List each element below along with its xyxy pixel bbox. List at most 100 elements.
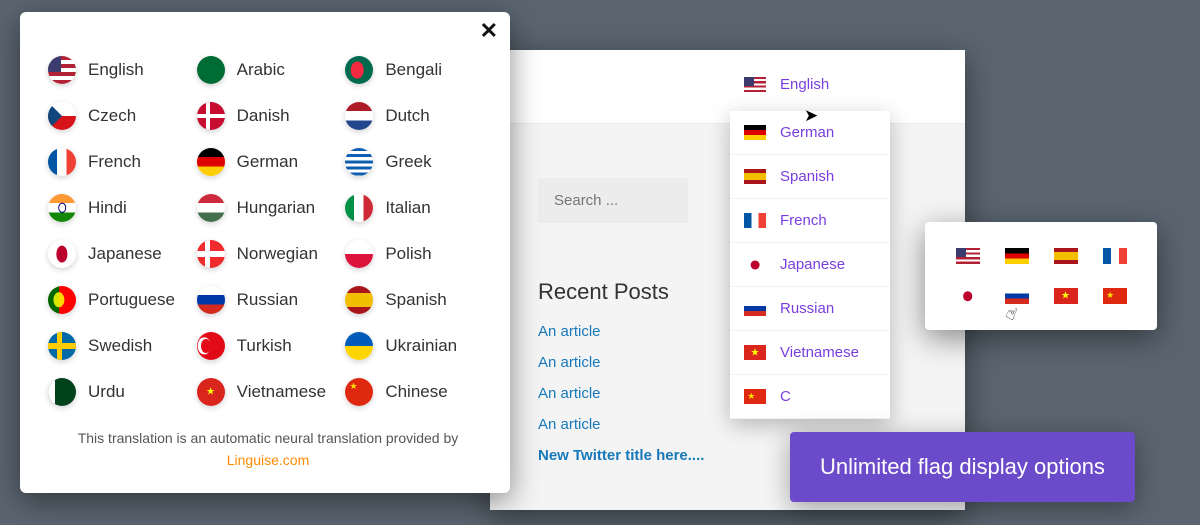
flag-icon [48, 194, 76, 222]
language-label: Italian [385, 198, 430, 218]
dropdown-item[interactable]: Spanish [730, 155, 890, 199]
dropdown-item[interactable]: German [730, 111, 890, 155]
banner: Unlimited flag display options [790, 432, 1135, 502]
language-label: Dutch [385, 106, 429, 126]
language-item[interactable]: Turkish [197, 332, 340, 360]
dropdown-item[interactable]: Vietnamese [730, 331, 890, 375]
flag-option[interactable] [956, 248, 980, 264]
flag-icon [345, 194, 373, 222]
language-item[interactable]: Urdu [48, 378, 191, 406]
language-item[interactable]: Russian [197, 286, 340, 314]
dropdown-selected-label: English [780, 76, 829, 93]
flag-icon [48, 378, 76, 406]
flag-icon [744, 345, 766, 360]
language-item[interactable]: Hungarian [197, 194, 340, 222]
flag-icon [345, 378, 373, 406]
language-item[interactable]: Swedish [48, 332, 191, 360]
flag-icon [197, 194, 225, 222]
flag-icon [345, 240, 373, 268]
language-item[interactable]: Japanese [48, 240, 191, 268]
language-label: Japanese [88, 244, 162, 264]
footer-text: This translation is an automatic neural … [78, 430, 459, 446]
flag-icon [345, 56, 373, 84]
dropdown-item[interactable]: Russian [730, 287, 890, 331]
language-label: Russian [237, 290, 298, 310]
flag-icon [197, 378, 225, 406]
language-item[interactable]: Ukrainian [345, 332, 488, 360]
language-popup: ✕ English Arabic Bengali Czech Danish Dutch Fr… [20, 12, 510, 493]
flag-icon [48, 56, 76, 84]
flag-icon [48, 102, 76, 130]
language-item[interactable]: Portuguese [48, 286, 191, 314]
flag-option[interactable] [956, 288, 980, 304]
language-label: Czech [88, 106, 136, 126]
flag-option[interactable] [1103, 248, 1127, 264]
dropdown-item[interactable]: French [730, 199, 890, 243]
language-item[interactable]: French [48, 148, 191, 176]
language-item[interactable]: Hindi [48, 194, 191, 222]
flag-icon [48, 286, 76, 314]
language-label: Hungarian [237, 198, 315, 218]
language-item[interactable]: English [48, 56, 191, 84]
flag-icon [744, 301, 766, 316]
dropdown-item-label: French [780, 212, 827, 229]
flag-icon [744, 125, 766, 140]
flag-option[interactable] [1054, 248, 1078, 264]
language-label: Hindi [88, 198, 127, 218]
dropdown-item[interactable]: Japanese [730, 243, 890, 287]
flag-icon [48, 332, 76, 360]
language-label: Vietnamese [237, 382, 326, 402]
language-label: Norwegian [237, 244, 318, 264]
flag-option[interactable] [1005, 248, 1029, 264]
dropdown-item-label: German [780, 124, 834, 141]
close-icon[interactable]: ✕ [480, 18, 498, 44]
dropdown-item-label: Spanish [780, 168, 834, 185]
language-label: French [88, 152, 141, 172]
flag-icon [197, 286, 225, 314]
language-dropdown: English German Spanish French Japanese Russi… [730, 64, 890, 419]
flag-icon [197, 332, 225, 360]
language-item[interactable]: Dutch [345, 102, 488, 130]
flag-option[interactable] [1054, 288, 1078, 304]
flag-icon [48, 148, 76, 176]
language-item[interactable]: Polish [345, 240, 488, 268]
flag-icon [744, 169, 766, 184]
language-label: Bengali [385, 60, 442, 80]
language-label: Arabic [237, 60, 285, 80]
flag-icon [197, 56, 225, 84]
language-item[interactable]: German [197, 148, 340, 176]
footer-link[interactable]: Linguise.com [227, 452, 310, 468]
language-label: Swedish [88, 336, 152, 356]
language-label: English [88, 60, 144, 80]
language-item[interactable]: Spanish [345, 286, 488, 314]
language-item[interactable]: Chinese [345, 378, 488, 406]
flag-icon [345, 286, 373, 314]
language-item[interactable]: Greek [345, 148, 488, 176]
flag-icon [744, 77, 766, 92]
flag-icon [197, 102, 225, 130]
dropdown-item-label: C [780, 388, 791, 405]
language-label: German [237, 152, 298, 172]
language-label: Greek [385, 152, 431, 172]
dropdown-item-label: Russian [780, 300, 834, 317]
language-label: Danish [237, 106, 290, 126]
language-item[interactable]: Norwegian [197, 240, 340, 268]
dropdown-item-label: Japanese [780, 256, 845, 273]
language-item[interactable]: Bengali [345, 56, 488, 84]
language-item[interactable]: Czech [48, 102, 191, 130]
language-label: Urdu [88, 382, 125, 402]
language-item[interactable]: Italian [345, 194, 488, 222]
language-item[interactable]: Arabic [197, 56, 340, 84]
language-item[interactable]: Danish [197, 102, 340, 130]
dropdown-item-label: Vietnamese [780, 344, 859, 361]
flag-option[interactable] [1103, 288, 1127, 304]
dropdown-item[interactable]: C [730, 375, 890, 419]
flag-icon [744, 257, 766, 272]
language-label: Portuguese [88, 290, 175, 310]
language-item[interactable]: Vietnamese [197, 378, 340, 406]
language-label: Ukrainian [385, 336, 457, 356]
flag-option[interactable] [1005, 288, 1029, 304]
dropdown-selected[interactable]: English [730, 64, 890, 111]
language-label: Polish [385, 244, 431, 264]
search-input[interactable] [538, 178, 688, 223]
